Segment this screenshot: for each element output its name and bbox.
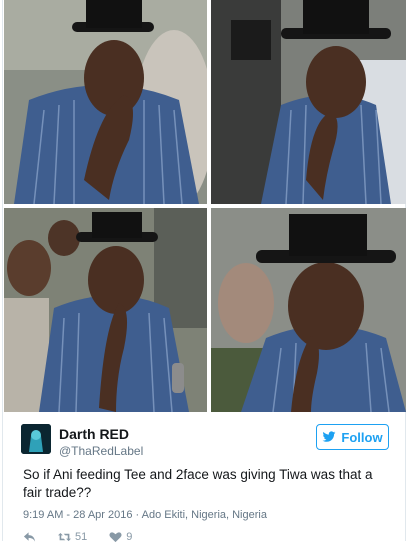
like-action[interactable]: 9 [109,531,132,543]
photo-3-image [4,208,207,412]
tweet-timestamp[interactable]: 9:19 AM - 28 Apr 2016 · Ado Ekiti, Niger… [23,509,267,521]
retweet-action[interactable]: 51 [58,531,87,543]
retweet-icon [58,532,71,542]
avatar[interactable] [21,424,51,454]
photo-4-image [211,208,406,412]
photo-4[interactable] [211,208,406,412]
embedded-tweet-card: Darth RED @ThaRedLabel Follow So if Ani … [2,0,406,544]
like-icon [109,532,122,543]
retweet-count: 51 [75,531,88,543]
tweet-actions: 51 9 [23,530,154,544]
reply-action[interactable] [23,531,36,543]
follow-button[interactable]: Follow [316,424,389,450]
like-count: 9 [126,531,133,543]
reply-icon [23,532,36,542]
avatar-image [21,424,51,454]
tweet-text: So if Ani feeding Tee and 2face was givi… [23,467,373,500]
photo-2[interactable] [211,0,406,204]
photo-2-image [211,0,406,204]
photo-1[interactable] [4,0,207,204]
follow-label: Follow [341,429,383,445]
photo-3[interactable] [4,208,207,412]
twitter-bird-icon [322,431,336,442]
user-handle[interactable]: @ThaRedLabel [59,444,143,458]
photo-1-image [4,0,207,204]
display-name[interactable]: Darth RED [59,426,129,442]
photo-grid[interactable] [4,0,406,412]
